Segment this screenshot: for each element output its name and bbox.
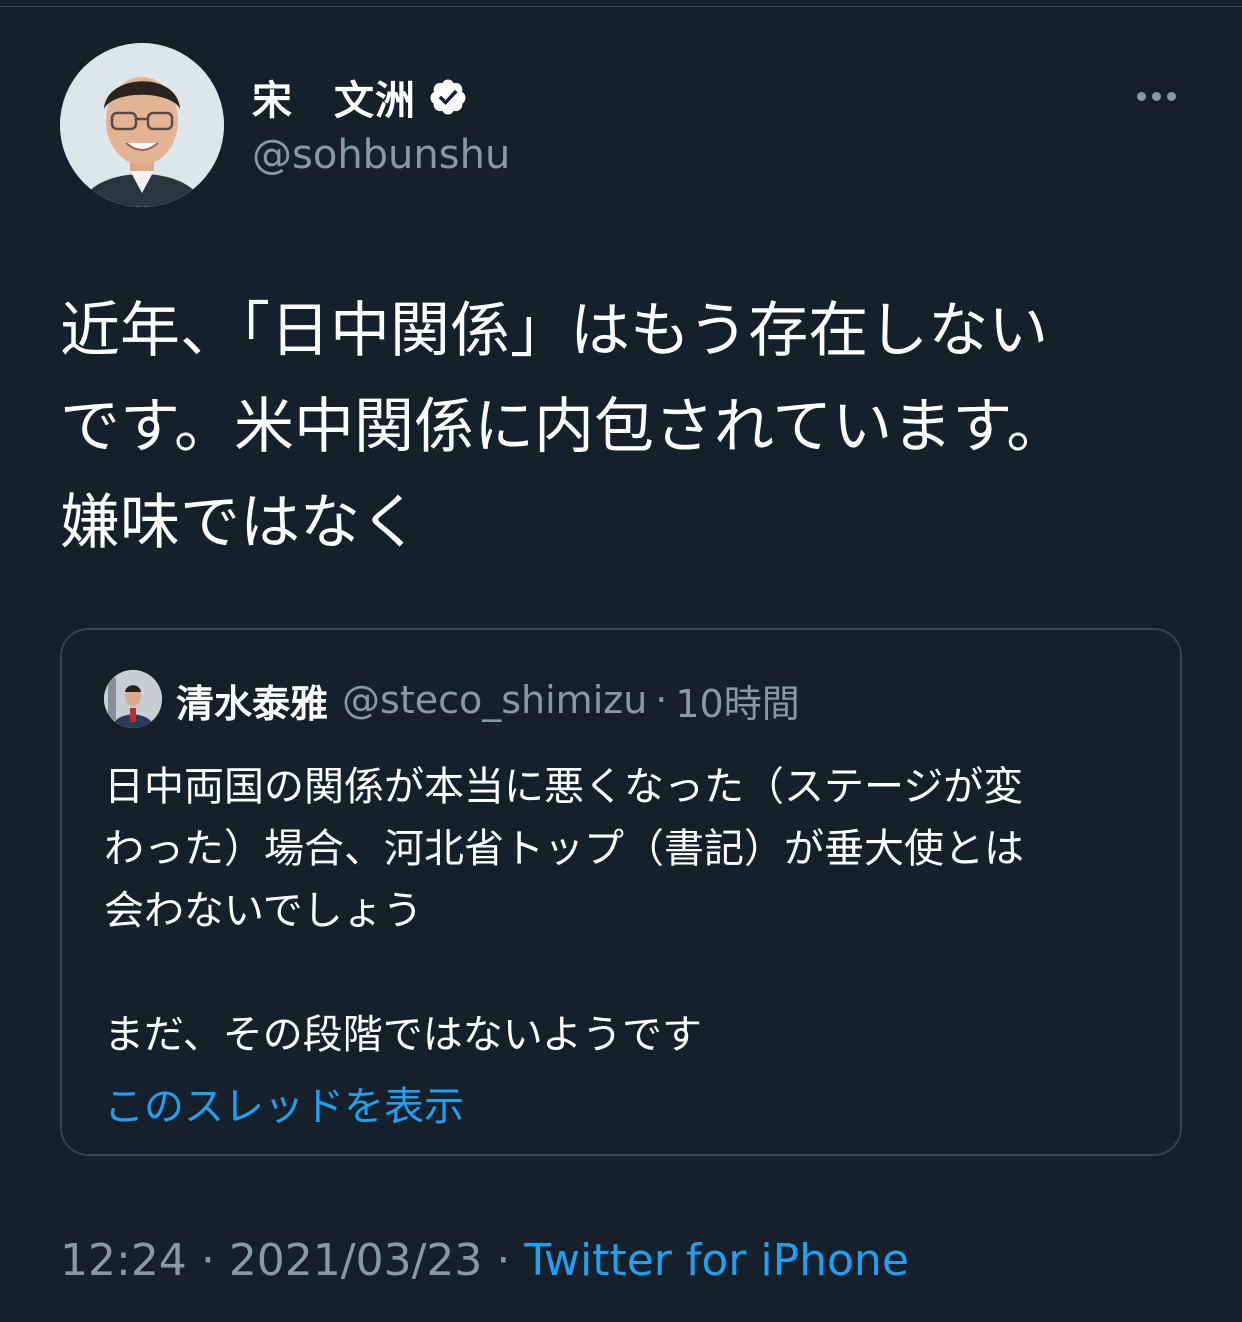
- tweet-detail-screen: 宋 文洲 @sohbunshu 近年、「日中関係」はもう存在しない です。米中関…: [0, 0, 1242, 1322]
- meta-separator: ·: [496, 1234, 511, 1286]
- author-name-row[interactable]: 宋 文洲: [252, 70, 468, 124]
- quote-author-name: 清水泰雅: [176, 681, 329, 726]
- meta-separator: ·: [200, 1234, 215, 1286]
- tweet-time: 12:24: [60, 1234, 187, 1286]
- author-handle[interactable]: @sohbunshu: [252, 132, 510, 178]
- more-horizontal-icon: [1136, 91, 1146, 101]
- quote-author-handle: @steco_shimizu: [342, 678, 648, 722]
- quote-separator: ·: [655, 678, 668, 722]
- quote-text: 日中両国の関係が本当に悪くなった（ステージが変 わった）場合、河北省トップ（書記…: [104, 764, 1024, 1058]
- more-options-button[interactable]: [1128, 78, 1184, 114]
- author-name[interactable]: 宋 文洲: [252, 68, 416, 126]
- tweet-text: 近年、「日中関係」はもう存在しない です。米中関係に内包されています。 嫌味では…: [60, 296, 1067, 558]
- verified-badge-icon: [428, 77, 468, 117]
- top-divider: [0, 6, 1242, 7]
- tweet-date: 2021/03/23: [228, 1234, 483, 1286]
- quote-author-avatar: [104, 670, 162, 728]
- quote-header: 清水泰雅 @steco_shimizu · 10時間: [176, 672, 800, 728]
- tweet-meta: 12:24 · 2021/03/23 · Twitter for iPhone: [60, 1230, 909, 1290]
- quoted-tweet-card[interactable]: 清水泰雅 @steco_shimizu · 10時間 日中両国の関係が本当に悪く…: [60, 628, 1182, 1156]
- quote-timestamp: 10時間: [675, 681, 800, 726]
- author-avatar[interactable]: [60, 43, 224, 207]
- show-thread-link[interactable]: このスレッドを表示: [104, 1076, 464, 1138]
- tweet-source-link[interactable]: Twitter for iPhone: [524, 1235, 908, 1286]
